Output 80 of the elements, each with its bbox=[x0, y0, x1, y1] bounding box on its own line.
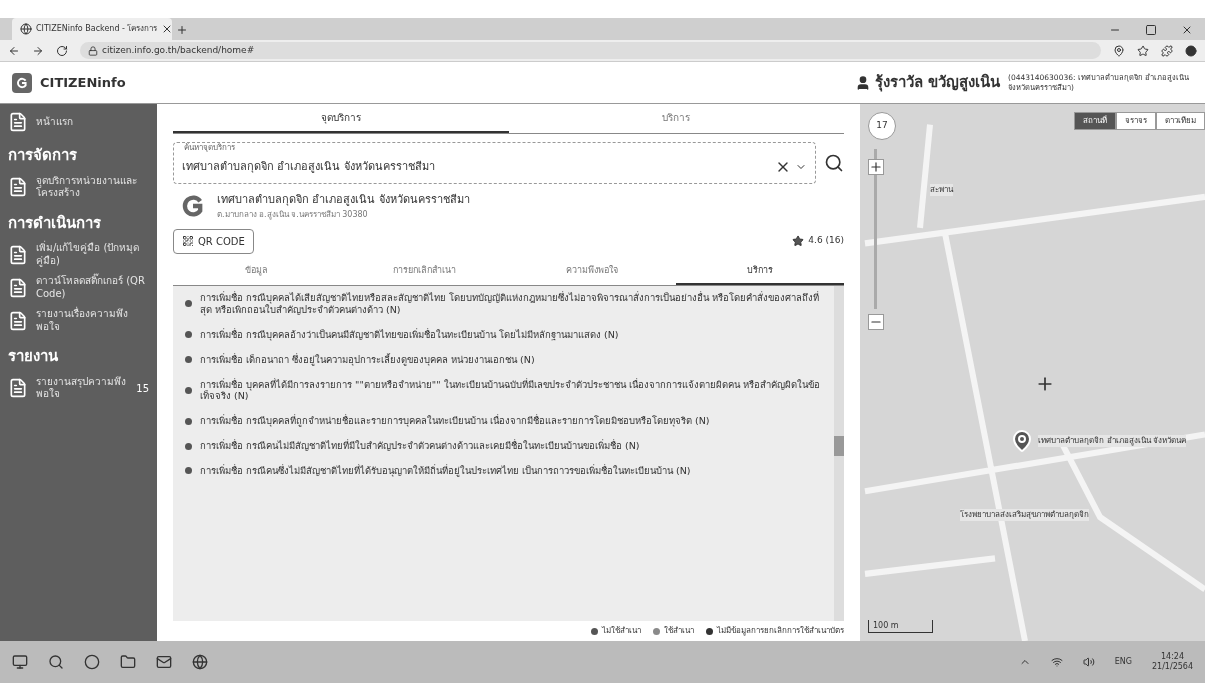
sidebar-section-title: การจัดการ bbox=[7, 145, 78, 166]
map[interactable]: 17 สถานที่ จราจร ดาวเทียม สะพาน เทศบาลตำบลกุดจิก อำเภอสูงเนิน จังหวัดนค โรงพยาบาลส่งเสริมสุขภาพตำบลกุดจิก 100 m bbox=[860, 104, 1205, 641]
service-item[interactable]: การเพิ่มชื่อ เด็กอนาถา ซึ่งอยู่ในความอุปการะเลี้ยงดูของบุคคล หน่วยงานเอกชน (N) bbox=[200, 353, 535, 366]
legend-label: ไม่มีข้อมูลการยกเลิกการใช้สำเนาบัตร bbox=[717, 625, 844, 637]
sidebar-item[interactable]: รายงานเรื่องความพึงพอใจ bbox=[0, 304, 157, 337]
office-logo-icon bbox=[181, 194, 205, 219]
qr-code-button[interactable]: QR CODE bbox=[173, 228, 254, 254]
location-icon[interactable] bbox=[1113, 44, 1125, 57]
tab[interactable]: การยกเลิกสำเนา bbox=[340, 257, 509, 285]
document-icon bbox=[8, 310, 28, 331]
map-label: สะพาน bbox=[930, 184, 953, 196]
globe-icon[interactable] bbox=[192, 654, 208, 670]
sidebar-item[interactable]: รายงานสรุปความพึงพอใจ 15 bbox=[0, 371, 157, 405]
document-icon bbox=[8, 378, 28, 398]
new-tab-icon[interactable] bbox=[176, 24, 188, 36]
language-indicator[interactable]: ENG bbox=[1114, 656, 1132, 668]
zoom-control[interactable]: 17 bbox=[868, 112, 896, 140]
address-bar[interactable]: citizen.info.go.th/backend/home# bbox=[80, 42, 1101, 59]
map-layer-tab[interactable]: ดาวเทียม bbox=[1156, 112, 1205, 130]
maximize-icon[interactable] bbox=[1145, 24, 1157, 36]
scrollbar[interactable] bbox=[834, 286, 844, 621]
map-label: โรงพยาบาลส่งเสริมสุขภาพตำบลกุดจิก bbox=[960, 509, 1089, 521]
service-item[interactable]: การเพิ่มชื่อ กรณีบุคคลที่ถูกจำหน่ายชื่อและรายการบุคคลในทะเบียนบ้าน เนื่องจากมีชื่อและรายการโดยมิชอบหรือโดยทุจริต (N) bbox=[200, 415, 710, 428]
lock-icon bbox=[88, 45, 98, 56]
sidebar-item[interactable]: เพิ่ม/แก้ไขคู่มือ (ปักหมุดคู่มือ) bbox=[0, 238, 157, 271]
back-icon[interactable] bbox=[8, 44, 20, 57]
map-layer-tab[interactable]: จราจร bbox=[1116, 112, 1156, 130]
zoom-in-icon[interactable] bbox=[868, 159, 884, 175]
tab[interactable]: ข้อมูล bbox=[173, 257, 341, 285]
office-address: ต.มาบกลาง อ.สูงเนิน จ.นครราชสีมา 30380 bbox=[217, 208, 369, 221]
browser-tab[interactable]: CITIZENinfo Backend - โครงการ bbox=[12, 18, 172, 40]
map-label: เทศบาลตำบลกุดจิก อำเภอสูงเนิน จังหวัดนค bbox=[1038, 435, 1187, 447]
document-icon bbox=[8, 277, 28, 298]
clock-time: 14:24 bbox=[1160, 652, 1184, 662]
service-item[interactable]: การเพิ่มชื่อ กรณีบุคคลอ้างว่าเป็นคนมีสัญชาติไทยขอเพิ่มชื่อในทะเบียนบ้าน โดยไม่มีหลักฐานมาแสดง (N) bbox=[200, 328, 619, 341]
tab[interactable]: จุดบริการ bbox=[173, 104, 509, 133]
extensions-icon[interactable] bbox=[1161, 44, 1173, 57]
document-icon bbox=[8, 112, 28, 132]
zoom-out-icon[interactable] bbox=[868, 314, 884, 330]
legend-label: ไม่ใช้สำเนา bbox=[602, 625, 641, 637]
item-count: 15 bbox=[136, 381, 149, 396]
user-name: รุ้งราวัล ขวัญสูงเนิน bbox=[874, 72, 1000, 94]
forward-icon[interactable] bbox=[32, 44, 44, 57]
service-item[interactable]: การเพิ่มชื่อ บุคคลที่ได้มีการลงรายการ ""ตายหรือจำหน่าย"" ในทะเบียนบ้านฉบับที่มีเลขประจำตัวประชาชน เนื่องจากการแจ้งตายผิดคน หรือสำคัญผิดในข้อเท็จจริง (N) bbox=[200, 378, 826, 403]
qr-code-icon bbox=[182, 235, 194, 247]
star-icon bbox=[792, 235, 805, 247]
sidebar-section-title: รายงาน bbox=[7, 346, 59, 367]
service-item[interactable]: การเพิ่มชื่อ กรณีบุคคลได้เสียสัญชาติไทยหรือสละสัญชาติไทย โดยบทบัญญัติแห่งกฎหมายซึ่งไม่อาจพิจารณาสั่งการเป็นอย่างอื่น หรือโดยคำสั่งของศาลถึงที่สุด หรือเพิกถอนใบสำคัญประจำตัวคนต่างด้าว (N) bbox=[200, 292, 826, 316]
circle-icon[interactable] bbox=[84, 654, 100, 670]
bookmark-star-icon[interactable] bbox=[1137, 44, 1149, 57]
document-icon bbox=[8, 244, 28, 265]
logo-icon bbox=[12, 72, 32, 93]
speaker-icon[interactable] bbox=[1082, 656, 1095, 668]
search-icon[interactable] bbox=[48, 654, 64, 670]
map-layer-tab[interactable]: สถานที่ bbox=[1074, 112, 1116, 130]
service-item[interactable]: การเพิ่มชื่อ กรณีคนไม่มีสัญชาติไทยที่มีใบสำคัญประจำตัวคนต่างด้าวและเคยมีชื่อในทะเบียนบ้านขอเพิ่มชื่อ (N) bbox=[200, 440, 640, 452]
map-pin-icon[interactable] bbox=[1010, 429, 1034, 453]
search-field[interactable]: ค้นหาจุดบริการ เทศบาลตำบลกุดจิก อำเภอสูงเนิน จังหวัดนครราชสีมา bbox=[173, 142, 816, 184]
tab[interactable]: ความพึงพอใจ bbox=[508, 257, 677, 285]
office-name: เทศบาลตำบลกุดจิก อำเภอสูงเนิน จังหวัดนครราชสีมา bbox=[217, 192, 470, 208]
globe-icon bbox=[20, 23, 32, 35]
mail-icon[interactable] bbox=[156, 654, 172, 670]
service-item[interactable]: การเพิ่มชื่อ กรณีคนซึ่งไม่มีสัญชาติไทยที่ได้รับอนุญาตให้มีถิ่นที่อยู่ในประเทศไทย เป็นการถาวรขอเพิ่มชื่อในทะเบียนบ้าน (N) bbox=[200, 465, 691, 477]
sidebar-section-title: การดำเนินการ bbox=[7, 212, 102, 234]
sidebar-item[interactable]: หน้าแรก bbox=[0, 108, 157, 136]
reload-icon[interactable] bbox=[56, 44, 68, 57]
clock-date: 21/1/2564 bbox=[1151, 662, 1193, 672]
folder-icon[interactable] bbox=[120, 654, 136, 670]
document-icon bbox=[8, 177, 28, 197]
close-window-icon[interactable] bbox=[1181, 24, 1193, 36]
logo-text: CITIZENinfo bbox=[40, 73, 126, 92]
legend-label: ใช้สำเนา bbox=[664, 625, 694, 637]
sidebar-item[interactable]: ดาวน์โหลดสติ๊กเกอร์ (QR Code) bbox=[0, 271, 157, 304]
rating: 4.6 (16) bbox=[808, 234, 844, 248]
field-label: ค้นหาจุดบริการ bbox=[182, 144, 237, 152]
scale-bar: 100 m bbox=[868, 620, 933, 633]
tab[interactable]: บริการ bbox=[508, 104, 844, 133]
sidebar-item[interactable]: จุดบริการหน่วยงานและโครงสร้าง bbox=[0, 170, 157, 204]
wifi-icon[interactable] bbox=[1050, 656, 1063, 668]
search-icon[interactable] bbox=[824, 153, 844, 173]
